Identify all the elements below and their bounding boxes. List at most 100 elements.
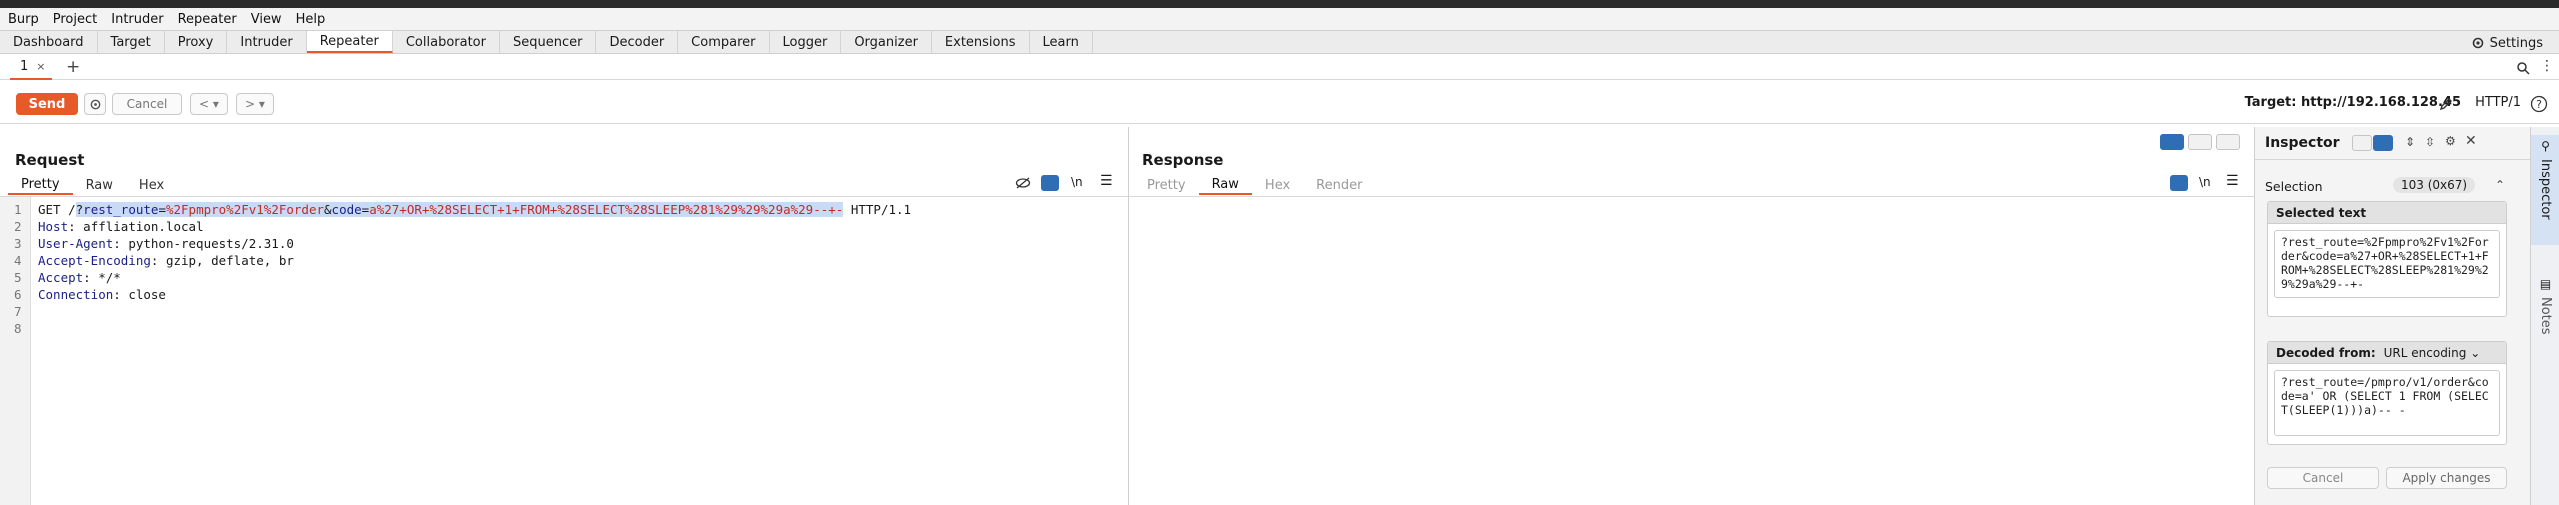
decoded-from-label: Decoded from: <box>2276 345 2376 360</box>
layout-side-by-side-button[interactable] <box>2160 134 2184 150</box>
apply-changes-button[interactable]: Apply changes <box>2386 467 2507 489</box>
word-wrap-toggle[interactable] <box>1041 175 1059 191</box>
menu-intruder[interactable]: Intruder <box>111 12 163 27</box>
tab-comparer[interactable]: Comparer <box>678 31 770 53</box>
param-equals: = <box>158 202 166 217</box>
response-tab-raw[interactable]: Raw <box>1198 175 1252 195</box>
chevron-up-icon[interactable]: ⌃ <box>2495 178 2505 192</box>
send-button[interactable]: Send <box>16 93 78 115</box>
inspector-list-view-button[interactable] <box>2352 135 2372 151</box>
request-view-tabs: Pretty Raw Hex <box>8 175 177 195</box>
request-line: GET /?rest_route=%2Fpmpro%2Fv1%2Forder&c… <box>38 201 911 218</box>
selection-count: 103 (0x67) <box>2393 177 2476 193</box>
close-icon[interactable]: ✕ <box>2465 133 2477 149</box>
http-method: GET <box>38 202 61 217</box>
main-tabs: Dashboard Target Proxy Intruder Repeater… <box>0 30 2559 54</box>
edit-target-icon[interactable] <box>2438 96 2454 112</box>
menu-repeater[interactable]: Repeater <box>178 12 237 27</box>
tab-dashboard[interactable]: Dashboard <box>0 31 98 53</box>
line-number: 6 <box>14 287 22 302</box>
show-newlines-toggle[interactable]: \n <box>1071 175 1083 189</box>
response-tab-hex[interactable]: Hex <box>1252 175 1303 195</box>
target-label: Target: http://192.168.128.45 <box>2244 95 2461 110</box>
menu-burp[interactable]: Burp <box>8 12 39 27</box>
tab-organizer[interactable]: Organizer <box>841 31 932 53</box>
header-line: Accept: */* <box>38 270 121 285</box>
header-name: Connection <box>38 287 114 302</box>
menu-project[interactable]: Project <box>53 12 97 27</box>
line-number: 1 <box>14 202 22 217</box>
layout-top-bottom-button[interactable] <box>2188 134 2212 150</box>
close-icon[interactable]: × <box>36 60 45 73</box>
tab-proxy[interactable]: Proxy <box>165 31 228 53</box>
forward-button[interactable]: > ▾ <box>236 93 274 115</box>
param-separator: & <box>324 202 332 217</box>
sidebar-notes-label: Notes <box>2538 297 2553 335</box>
send-settings-button[interactable] <box>84 93 106 115</box>
http-version: HTTP/1.1 <box>843 202 912 217</box>
response-editor[interactable] <box>1129 197 2254 505</box>
request-menu-icon[interactable]: ☰ <box>1100 173 1113 189</box>
menu-view[interactable]: View <box>251 12 282 27</box>
menu-help[interactable]: Help <box>296 12 326 27</box>
tab-logger[interactable]: Logger <box>770 31 842 53</box>
header-value: close <box>120 287 166 302</box>
selected-text-value[interactable]: ?rest_route=%2Fpmpro%2Fv1%2Forder&code=a… <box>2274 230 2500 298</box>
chevron-down-icon: ⌄ <box>2470 345 2481 360</box>
tab-collaborator[interactable]: Collaborator <box>393 31 500 53</box>
request-tab-hex[interactable]: Hex <box>126 175 177 195</box>
chevron-right-icon: > <box>245 97 256 111</box>
tab-intruder[interactable]: Intruder <box>227 31 307 53</box>
search-icon[interactable] <box>2516 61 2530 75</box>
tab-repeater[interactable]: Repeater <box>306 31 393 53</box>
add-tab-button[interactable]: + <box>66 57 80 77</box>
expand-all-icon[interactable]: ⇕ <box>2405 135 2415 149</box>
decoded-from-header: Decoded from: URL encoding ⌄ <box>2268 342 2506 364</box>
layout-tabs-button[interactable] <box>2216 134 2240 150</box>
chevron-left-icon: < <box>199 97 210 111</box>
gear-icon <box>2472 37 2483 49</box>
decoded-text-value[interactable]: ?rest_route=/pmpro/v1/order&code=a' OR (… <box>2274 370 2500 436</box>
back-button[interactable]: < ▾ <box>190 93 228 115</box>
selection-label: Selection <box>2265 179 2323 194</box>
request-tab-pretty[interactable]: Pretty <box>8 175 73 195</box>
help-icon[interactable]: ? <box>2530 95 2548 113</box>
more-options-icon[interactable]: ⋮ <box>2540 58 2554 74</box>
tab-target[interactable]: Target <box>98 31 165 53</box>
response-title: Response <box>1142 151 1224 169</box>
response-tab-render[interactable]: Render <box>1303 175 1375 195</box>
request-tab-raw[interactable]: Raw <box>73 175 126 195</box>
menu-bar: Burp Project Intruder Repeater View Help <box>0 8 2559 30</box>
right-sidebar: ⚲ Inspector ▤ Notes <box>2530 127 2559 505</box>
tab-sequencer[interactable]: Sequencer <box>500 31 597 53</box>
decoding-value: URL encoding <box>2383 345 2467 360</box>
inspector-grid-view-button[interactable] <box>2373 135 2393 151</box>
path-slash: / <box>68 202 76 217</box>
tab-extensions[interactable]: Extensions <box>932 31 1030 53</box>
inspector-settings-icon[interactable]: ⚙ <box>2445 134 2456 148</box>
response-show-newlines-toggle[interactable]: \n <box>2199 175 2211 189</box>
response-menu-icon[interactable]: ☰ <box>2226 173 2239 189</box>
window-top-strip <box>0 0 2559 8</box>
response-word-wrap-toggle[interactable] <box>2170 175 2188 191</box>
inspector-cancel-button[interactable]: Cancel <box>2267 467 2379 489</box>
cancel-button[interactable]: Cancel <box>112 93 182 115</box>
inspector-icon: ⚲ <box>2541 139 2550 153</box>
collapse-all-icon[interactable]: ⇳ <box>2425 135 2435 149</box>
decoding-select[interactable]: URL encoding ⌄ <box>2384 346 2481 360</box>
param-value: a%27+OR+%28SELECT+1+FROM+%28SELECT%28SLE… <box>369 202 844 217</box>
header-value: affliation.local <box>75 219 204 234</box>
param-value: %2Fpmpro%2Fv1%2Forder <box>165 202 325 217</box>
response-tab-pretty[interactable]: Pretty <box>1134 175 1199 195</box>
tab-decoder[interactable]: Decoder <box>596 31 679 53</box>
hide-nonprintable-icon[interactable] <box>1015 176 1031 190</box>
protocol-label[interactable]: HTTP/1 <box>2475 95 2521 110</box>
settings-button[interactable]: Settings <box>2471 31 2543 55</box>
header-line: Accept-Encoding: gzip, deflate, br <box>38 253 294 268</box>
repeater-tab-1[interactable]: 1 × <box>10 55 52 80</box>
request-divider <box>0 196 1128 197</box>
sidebar-tab-notes[interactable]: ▤ Notes <box>2531 277 2559 377</box>
header-value: */* <box>90 270 121 285</box>
sidebar-tab-inspector[interactable]: ⚲ Inspector <box>2531 135 2559 245</box>
tab-learn[interactable]: Learn <box>1030 31 1093 53</box>
